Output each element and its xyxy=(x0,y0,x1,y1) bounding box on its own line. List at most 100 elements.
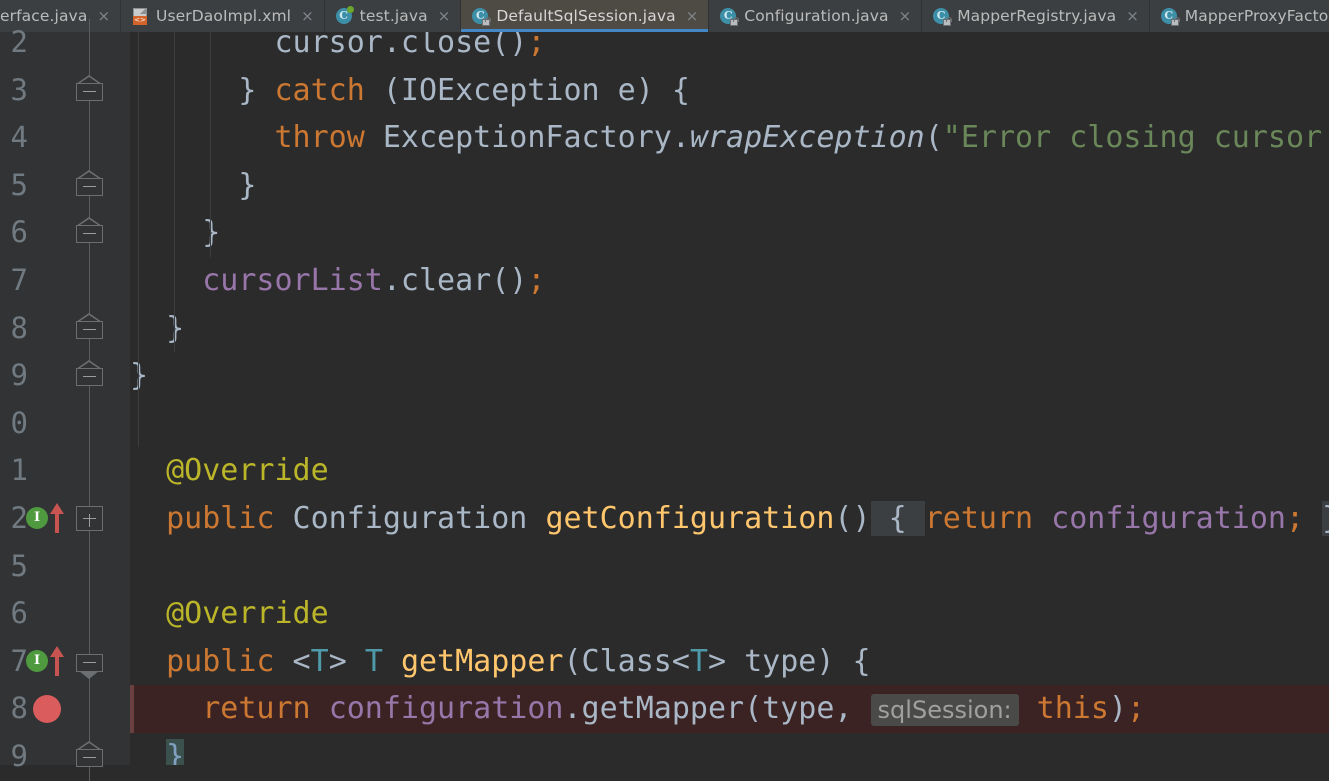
indent-guide xyxy=(174,257,175,305)
line-number: 3 xyxy=(10,72,28,107)
code-line[interactable] xyxy=(130,400,1329,448)
indent-guide xyxy=(174,161,175,210)
code-line[interactable]: } xyxy=(130,305,1329,353)
code-token: wrapException xyxy=(689,120,925,156)
indent-guide xyxy=(138,114,139,162)
indent-guide xyxy=(174,66,175,115)
implementing-method-icon[interactable]: I xyxy=(26,649,48,672)
indent-guide xyxy=(174,32,175,67)
code-line[interactable]: public Configuration getConfiguration() … xyxy=(130,495,1329,543)
indent-guide xyxy=(138,66,139,115)
fold-collapse-icon[interactable] xyxy=(76,741,103,767)
code-token: @Override xyxy=(166,453,329,489)
indent-guide xyxy=(138,352,139,400)
fold-rail xyxy=(89,542,90,591)
fold-collapse-icon[interactable] xyxy=(76,74,103,101)
code-token: this xyxy=(1036,691,1109,727)
indent-guide xyxy=(174,114,175,162)
code-line[interactable]: } xyxy=(130,352,1329,400)
indent-guide xyxy=(174,304,175,353)
code-line[interactable]: public <T> T getMapper(Class<T> type) { xyxy=(130,638,1329,686)
fold-rail xyxy=(89,114,90,162)
up-arrow-icon[interactable] xyxy=(50,503,64,533)
code-token: ; xyxy=(1126,691,1146,727)
code-token: throw xyxy=(274,120,365,156)
code-token: T xyxy=(689,643,708,679)
fold-rail xyxy=(89,685,90,733)
code-line[interactable]: @Override xyxy=(130,447,1329,495)
code-line[interactable]: } xyxy=(130,209,1329,257)
fold-collapse-icon[interactable] xyxy=(76,649,103,679)
line-number: 0 xyxy=(10,405,28,440)
indent-guide xyxy=(138,161,139,210)
code-token: "Error closing cursor xyxy=(942,120,1323,156)
code-token: > xyxy=(328,643,365,679)
code-line[interactable]: cursorList.clear(); xyxy=(130,257,1329,305)
up-arrow-icon[interactable] xyxy=(50,645,64,676)
fold-collapse-icon[interactable] xyxy=(76,169,103,196)
code-line[interactable] xyxy=(130,543,1329,591)
line-number: 9 xyxy=(10,739,28,773)
indent-guide xyxy=(210,32,211,67)
code-line[interactable]: } catch (IOException e) { xyxy=(130,67,1329,115)
fold-rail xyxy=(89,590,90,638)
code-line[interactable]: } xyxy=(130,162,1329,210)
code-token: getConfiguration xyxy=(545,501,835,536)
breakpoint-icon[interactable] xyxy=(33,695,61,724)
code-token: public xyxy=(166,643,275,679)
fold-expand-icon[interactable] xyxy=(76,506,103,531)
indent-guide xyxy=(210,66,211,115)
line-number: 7 xyxy=(10,263,28,297)
fold-collapse-icon[interactable] xyxy=(76,312,103,339)
code-token: (Class< xyxy=(563,643,690,679)
indent-guide xyxy=(138,399,139,448)
code-token: } xyxy=(130,167,257,203)
code-token: < xyxy=(274,643,311,679)
indent-guide xyxy=(174,209,175,257)
code-token: Configuration xyxy=(274,501,546,536)
indent-guide xyxy=(210,114,211,162)
line-number: 6 xyxy=(10,596,28,631)
code-token: } xyxy=(1322,501,1329,536)
line-number: 8 xyxy=(10,310,28,345)
code-line[interactable]: } xyxy=(130,733,1329,765)
code-editor[interactable]: 23456789012I567I89 cursor.close(); } cat… xyxy=(0,19,1329,781)
code-token: T xyxy=(364,643,383,679)
code-token: T xyxy=(310,643,329,679)
line-number: 2 xyxy=(10,25,28,59)
code-line[interactable]: cursor.close(); xyxy=(130,32,1329,67)
code-token: ; xyxy=(527,263,546,298)
editor-gutter[interactable]: 23456789012I567I89 xyxy=(0,19,130,781)
line-number: 7 xyxy=(10,643,28,678)
code-token: (IOException e) { xyxy=(364,72,690,108)
code-token: > type) { xyxy=(708,643,871,679)
code-token: ExceptionFactory. xyxy=(364,120,690,156)
indent-guide xyxy=(210,161,211,210)
code-token: getMapper xyxy=(400,643,564,679)
line-number: 2 xyxy=(10,501,28,535)
code-line[interactable]: throw ExceptionFactory.wrapException("Er… xyxy=(130,114,1329,162)
code-token: return xyxy=(202,691,311,727)
code-token: cursor xyxy=(130,32,383,60)
code-token: } xyxy=(130,215,221,251)
code-line[interactable]: return configuration.getMapper(type, sql… xyxy=(130,685,1329,733)
code-line[interactable]: @Override xyxy=(130,590,1329,638)
line-number: 8 xyxy=(10,691,28,726)
code-token: ) xyxy=(1108,691,1127,727)
indent-guide xyxy=(138,257,139,305)
code-token: configuration xyxy=(1051,501,1286,536)
indent-guide xyxy=(210,209,211,257)
code-token: { xyxy=(870,501,925,536)
fold-collapse-icon[interactable] xyxy=(76,217,103,244)
implementing-method-icon[interactable]: I xyxy=(26,507,48,529)
code-token: } xyxy=(130,358,149,394)
fold-collapse-icon[interactable] xyxy=(76,360,103,387)
editor-code-area[interactable]: cursor.close(); } catch (IOException e) … xyxy=(130,32,1329,765)
code-token: sqlSession: xyxy=(870,694,1019,727)
